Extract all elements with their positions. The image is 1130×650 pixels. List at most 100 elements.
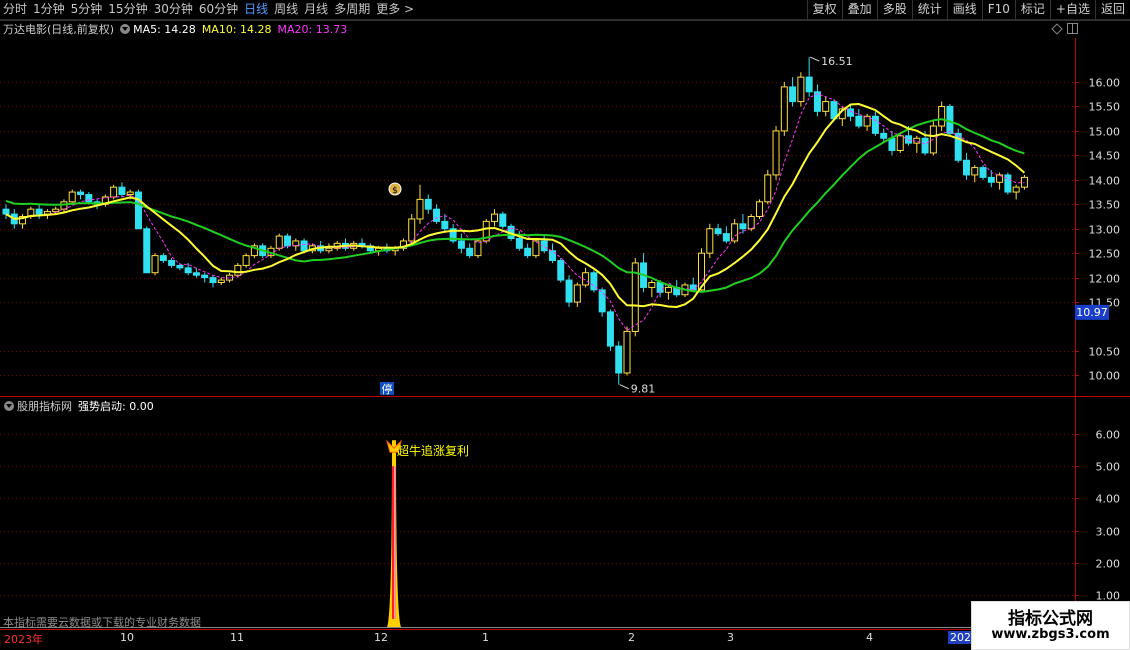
candle-body [151, 255, 159, 274]
kline-chart[interactable]: 16.0015.5015.0014.5014.0013.5013.0012.50… [0, 0, 1130, 650]
candle-body [491, 213, 499, 222]
date-label-3: 12 [374, 631, 388, 644]
candle-body [573, 284, 581, 303]
max-pointer [809, 56, 820, 62]
candle-body [134, 191, 142, 230]
candle-body [284, 235, 292, 247]
candle-body [979, 167, 987, 178]
candle-body [168, 260, 176, 266]
candle-body [77, 191, 85, 195]
y-axis-label: 16.00 [1089, 77, 1121, 90]
candle-body [764, 174, 772, 203]
data-notice: 本指标需要云数据或下载的专业财务数据 [3, 616, 201, 629]
candle-body [623, 330, 631, 374]
y-axis-label: 13.00 [1089, 224, 1121, 237]
current-price-label: 10.97 [1076, 306, 1108, 319]
date-axis: 2023年 10 11 12 1 2 3 4 2024 [0, 629, 1075, 646]
sub-y-axis-label: 6.00 [1096, 429, 1121, 442]
y-axis-label: 14.50 [1089, 150, 1121, 163]
candle-body [905, 135, 913, 144]
candle-body [126, 191, 134, 195]
candle-body [192, 272, 200, 276]
candle-body [441, 220, 449, 230]
date-label-5: 2 [628, 631, 635, 644]
candle-body [466, 247, 474, 257]
y-axis-label: 14.00 [1089, 175, 1121, 188]
y-axis-label: 12.00 [1089, 273, 1121, 286]
date-label-1: 10 [120, 631, 134, 644]
candle-body [524, 247, 532, 257]
candle-body [780, 86, 788, 132]
date-label-7: 4 [866, 631, 873, 644]
date-label-6: 3 [727, 631, 734, 644]
candle-body [209, 277, 217, 284]
signal-text: 超牛追涨复利 [397, 443, 469, 458]
min-pointer [619, 384, 629, 390]
candle-body [822, 101, 830, 112]
sub-y-axis-label: 2.00 [1096, 558, 1121, 571]
candle-body [896, 135, 904, 151]
candle-body [176, 264, 184, 269]
candle-body [424, 198, 432, 210]
candle-body [499, 213, 507, 227]
candle-body [457, 240, 465, 249]
candle-body [797, 76, 805, 103]
candle-body [565, 279, 573, 303]
candle-body [201, 274, 209, 279]
candle-body [714, 228, 722, 235]
candle-body [615, 345, 623, 374]
y-axis-label: 13.50 [1089, 199, 1121, 212]
sub-y-axis-label: 5.00 [1096, 461, 1121, 474]
candle-body [68, 191, 76, 203]
watermark-title: 指标公式网 [1008, 609, 1093, 629]
candle-body [52, 208, 60, 213]
min-price-label: 9.81 [631, 383, 656, 396]
indicator-dropdown-icon[interactable] [4, 401, 14, 411]
date-label-2: 11 [230, 631, 244, 644]
date-label-0: 2023年 [4, 633, 43, 646]
sub-y-axis-label: 4.00 [1096, 493, 1121, 506]
date-label-4: 1 [482, 631, 489, 644]
candle-body [731, 223, 739, 242]
candle-body [772, 130, 780, 176]
y-axis-label: 12.50 [1089, 248, 1121, 261]
candle-body [159, 255, 167, 262]
candle-body [275, 235, 283, 249]
candle-body [2, 208, 10, 215]
sub-chart-header: 股朋指标网 强势启动: 0.00 [0, 398, 154, 414]
candle-body [43, 211, 51, 215]
y-axis-label: 15.00 [1089, 126, 1121, 139]
candle-body [971, 167, 979, 176]
candle-body [938, 105, 946, 127]
ma20-line [5, 118, 1025, 293]
candle-body [598, 289, 606, 313]
indicator-value: 强势启动: 0.00 [78, 400, 154, 413]
candle-body [242, 255, 250, 266]
watermark-url: www.zbgs3.com [991, 627, 1110, 642]
candle-body [722, 233, 730, 242]
signal-bar-pink [394, 466, 396, 619]
indicator-name: 股朋指标网 [17, 400, 72, 413]
y-axis-label: 10.00 [1089, 370, 1121, 383]
candle-body [118, 186, 126, 195]
candle-body [648, 282, 656, 288]
candle-body [184, 267, 192, 274]
candle-body [1020, 176, 1028, 188]
candle-body [474, 240, 482, 257]
candle-body [300, 240, 308, 252]
candle-body [433, 208, 441, 222]
watermark-logo: 指标公式网 www.zbgs3.com [971, 601, 1130, 650]
signal-bar-red [392, 466, 394, 619]
candle-body [35, 208, 43, 215]
max-price-label: 16.51 [821, 55, 853, 68]
candle-body [515, 238, 523, 249]
y-axis-label: 10.50 [1089, 346, 1121, 359]
candle-body [143, 228, 151, 274]
candle-body [110, 186, 118, 198]
candle-body [706, 228, 714, 254]
candle-body [880, 132, 888, 139]
candle-body [1012, 186, 1020, 193]
candle-body [962, 159, 970, 176]
candle-body [234, 264, 242, 276]
candle-body [408, 218, 416, 242]
